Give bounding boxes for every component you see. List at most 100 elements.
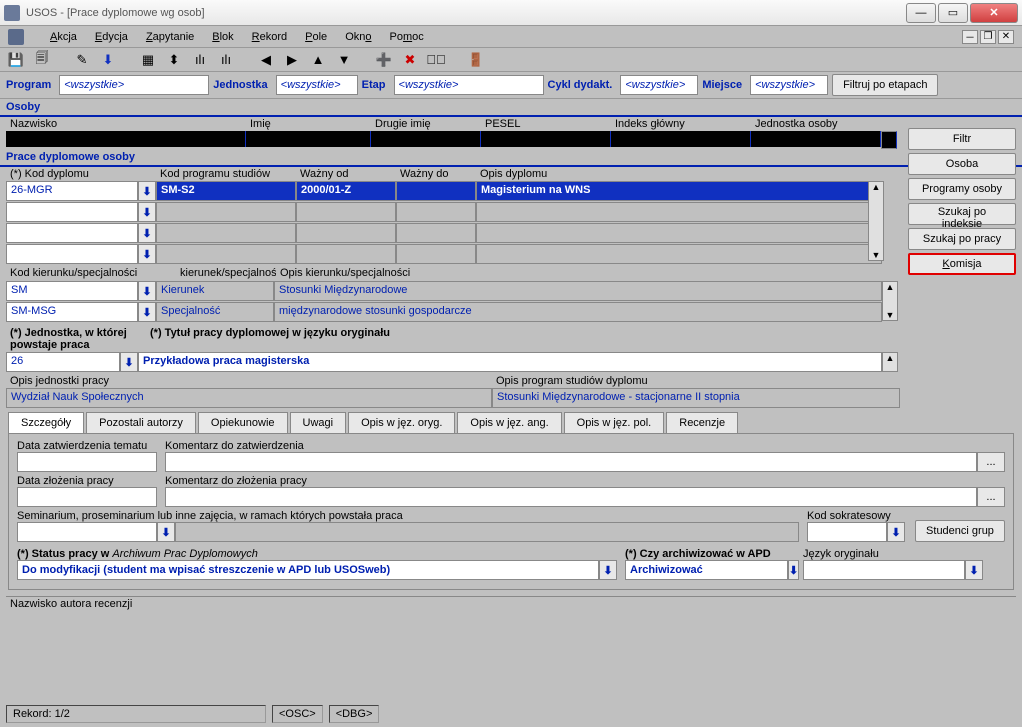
archiwizowac-input[interactable] <box>625 560 788 580</box>
filter-etap-label: Etap <box>362 79 390 91</box>
spec-lookup-2[interactable]: ⬇ <box>138 302 156 322</box>
osoba-button[interactable]: Osoba <box>908 153 1016 175</box>
chart3-icon[interactable]: ılı <box>216 50 236 70</box>
nav-up-icon[interactable]: ▲ <box>308 50 328 70</box>
programy-osoby-button[interactable]: Programy osoby <box>908 178 1016 200</box>
tab-opiekunowie[interactable]: Opiekunowie <box>198 412 288 433</box>
studenci-grup-button[interactable]: Studenci grup <box>915 520 1005 542</box>
wazny-od-cell[interactable]: 2000/01-Z <box>296 181 396 201</box>
menu-blok[interactable]: Blok <box>212 31 233 43</box>
window-maximize[interactable]: ▭ <box>938 3 968 23</box>
tab-opis-oryg[interactable]: Opis w jęz. oryg. <box>348 412 455 433</box>
kod-dyplomu-cell-3[interactable] <box>6 223 138 243</box>
szukaj-po-pracy-button[interactable]: Szukaj po pracy <box>908 228 1016 250</box>
seminarium-lookup[interactable]: ⬇ <box>157 522 175 542</box>
print-icon[interactable]: 🗐 <box>32 50 52 70</box>
edit-icon[interactable]: ✎ <box>72 50 92 70</box>
status-pracy-lookup[interactable]: ⬇ <box>599 560 617 580</box>
tytul-field[interactable]: Przykładowa praca magisterska <box>138 352 882 372</box>
delete-icon[interactable]: ✖ <box>400 50 420 70</box>
nav-down-icon[interactable]: ▼ <box>334 50 354 70</box>
filter-program-input[interactable] <box>59 75 209 95</box>
tab-uwagi[interactable]: Uwagi <box>290 412 347 433</box>
add-icon[interactable]: ➕ <box>374 50 394 70</box>
filter-icon[interactable]: ▦ <box>138 50 158 70</box>
spec-lookup-1[interactable]: ⬇ <box>138 281 156 301</box>
spec-kod-2[interactable]: SM-MSG <box>6 302 138 322</box>
data-zlozenia-input[interactable] <box>17 487 157 507</box>
menu-pole[interactable]: Pole <box>305 31 327 43</box>
menu-edycja[interactable]: Edycja <box>95 31 128 43</box>
filter-etap-input[interactable] <box>394 75 544 95</box>
komentarz-zatwierdzenia-more[interactable]: ... <box>977 452 1005 472</box>
person-nazwisko-cell[interactable] <box>6 131 246 147</box>
tab-recenzje[interactable]: Recenzje <box>666 412 738 433</box>
kod-dyplomu-lookup[interactable]: ⬇ <box>138 181 156 201</box>
scroll-down3-icon[interactable]: ▼ <box>886 310 895 320</box>
tab-szczegoly[interactable]: Szczegóły <box>8 412 84 433</box>
nav-next-icon[interactable]: ▶ <box>282 50 302 70</box>
data-zatwierdzenia-input[interactable] <box>17 452 157 472</box>
mdi-restore[interactable]: ❐ <box>980 30 996 44</box>
scroll-down2-icon[interactable]: ▼ <box>872 250 881 260</box>
kod-dyplomu-cell[interactable]: 26-MGR <box>6 181 138 201</box>
wazny-do-cell[interactable] <box>396 181 476 201</box>
jezyk-oryginalu-input[interactable] <box>803 560 965 580</box>
save-icon[interactable]: 💾 <box>6 50 26 70</box>
kod-dyplomu-cell-4[interactable] <box>6 244 138 264</box>
kod-dyplomu-lookup-3[interactable]: ⬇ <box>138 223 156 243</box>
menu-okno[interactable]: Okno <box>345 31 371 43</box>
menu-akcja[interactable]: Akcja <box>50 31 77 43</box>
seminarium-kod-input[interactable] <box>17 522 157 542</box>
person-drugie-imie-cell[interactable] <box>371 131 481 147</box>
person-indeks-cell[interactable] <box>611 131 751 147</box>
kod-dyplomu-lookup-2[interactable]: ⬇ <box>138 202 156 222</box>
menu-pomoc[interactable]: Pomoc <box>390 31 424 43</box>
col-opis-dyplomu: Opis dyplomu <box>476 167 866 181</box>
chart2-icon[interactable]: ılı <box>190 50 210 70</box>
chart1-icon[interactable]: ⬍ <box>164 50 184 70</box>
kod-dyplomu-lookup-4[interactable]: ⬇ <box>138 244 156 264</box>
szukaj-po-indeksie-button[interactable]: Szukaj po indeksie <box>908 203 1016 225</box>
tab-opis-ang[interactable]: Opis w jęz. ang. <box>457 412 561 433</box>
jednostka-field[interactable]: 26 <box>6 352 120 372</box>
filter-miejsce-input[interactable] <box>750 75 828 95</box>
filtr-button[interactable]: Filtr <box>908 128 1016 150</box>
jednostka-lookup[interactable]: ⬇ <box>120 352 138 372</box>
mdi-close[interactable]: ✕ <box>998 30 1014 44</box>
kod-sokratesowy-lookup[interactable]: ⬇ <box>887 522 905 542</box>
window-minimize[interactable]: — <box>906 3 936 23</box>
filter-cykl-input[interactable] <box>620 75 698 95</box>
download-icon[interactable]: ⬇ <box>98 50 118 70</box>
komentarz-zlozenia-input[interactable] <box>165 487 977 507</box>
filter-jednostka-input[interactable] <box>276 75 358 95</box>
mdi-minimize[interactable]: － <box>962 30 978 44</box>
opis-dyplomu-cell[interactable]: Magisterium na WNS <box>476 181 882 201</box>
scroll-up2-icon[interactable]: ▲ <box>872 182 881 192</box>
spec-kod-1[interactable]: SM <box>6 281 138 301</box>
menu-rekord[interactable]: Rekord <box>252 31 287 43</box>
scroll-up4-icon[interactable]: ▲ <box>886 353 895 363</box>
tab-opis-pol[interactable]: Opis w jęz. pol. <box>564 412 665 433</box>
tab-pozostali-autorzy[interactable]: Pozostali autorzy <box>86 412 196 433</box>
nav-prev-icon[interactable]: ◀ <box>256 50 276 70</box>
clear-icon[interactable]: ✎⃠ <box>426 50 446 70</box>
menu-zapytanie[interactable]: Zapytanie <box>146 31 194 43</box>
komentarz-zatwierdzenia-input[interactable] <box>165 452 977 472</box>
status-pracy-input[interactable] <box>17 560 599 580</box>
komisja-button[interactable]: Komisja <box>908 253 1016 275</box>
kod-dyplomu-cell-2[interactable] <box>6 202 138 222</box>
filtruj-po-etapach-button[interactable]: Filtruj po etapach <box>832 74 938 96</box>
person-pesel-cell[interactable] <box>481 131 611 147</box>
person-jednostka-cell[interactable] <box>751 131 881 147</box>
kod-programu-cell[interactable]: SM-S2 <box>156 181 296 201</box>
scroll-up3-icon[interactable]: ▲ <box>886 282 895 292</box>
scroll-up-icon[interactable]: ▲ <box>885 132 894 142</box>
exit-icon[interactable]: 🚪 <box>466 50 486 70</box>
komentarz-zlozenia-more[interactable]: ... <box>977 487 1005 507</box>
jezyk-oryginalu-lookup[interactable]: ⬇ <box>965 560 983 580</box>
kod-sokratesowy-input[interactable] <box>807 522 887 542</box>
window-close[interactable]: ✕ <box>970 3 1018 23</box>
person-imie-cell[interactable] <box>246 131 371 147</box>
archiwizowac-lookup[interactable]: ⬇ <box>788 560 799 580</box>
